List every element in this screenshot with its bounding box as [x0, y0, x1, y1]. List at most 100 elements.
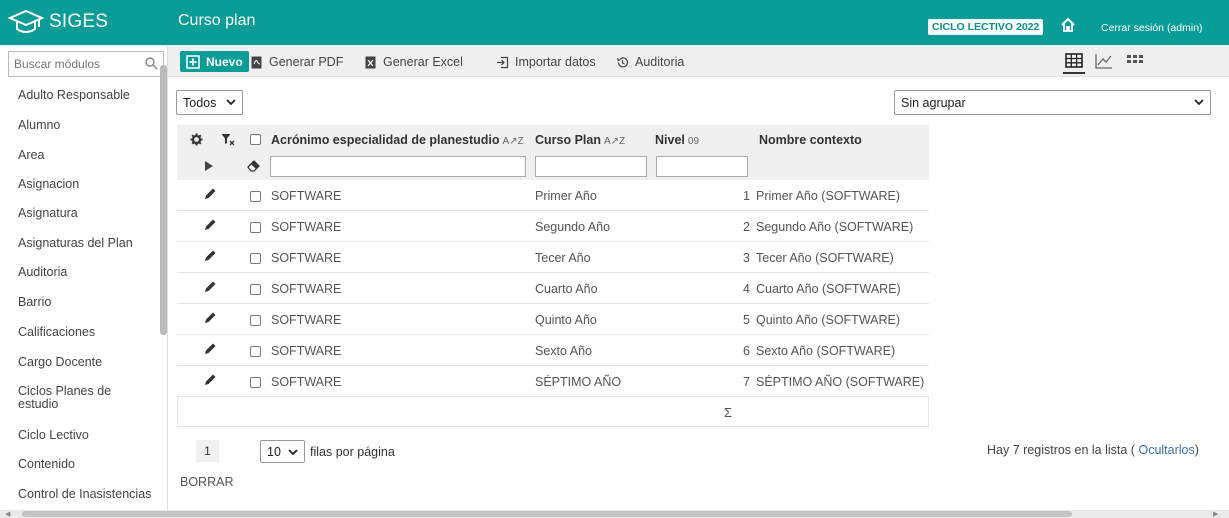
search-icon[interactable]	[144, 56, 158, 70]
sidebar-item-area[interactable]: Area	[18, 149, 158, 162]
sidebar-item-barrio[interactable]: Barrio	[18, 296, 158, 309]
cell-course: Quinto Año	[535, 313, 597, 327]
scope-select[interactable]: Todos	[176, 90, 243, 115]
cell-context: Quinto Año (SOFTWARE)	[756, 313, 901, 327]
rows-per-page-value: 10	[267, 445, 281, 459]
cards-view-icon[interactable]	[1125, 52, 1145, 70]
row-checkbox[interactable]	[250, 191, 261, 202]
top-bar: SIGES Curso plan CICLO LECTIVO 2022 Cerr…	[0, 0, 1229, 45]
records-count: Hay 7 registros en la lista ( Ocultarlos…	[987, 443, 1199, 457]
sidebar-item-auditoria[interactable]: Auditoria	[18, 266, 158, 279]
sidebar-item-adulto-responsable[interactable]: Adulto Responsable	[18, 89, 158, 102]
logout-link[interactable]: Cerrar sesión (admin)	[1101, 22, 1203, 34]
table-row[interactable]: SOFTWARE Cuarto Año 4 Cuarto Año (SOFTWARE)	[177, 273, 929, 304]
table-row[interactable]: SOFTWARE Tecer Año 3 Tecer Año (SOFTWARE)	[177, 242, 929, 273]
row-checkbox[interactable]	[250, 315, 261, 326]
page-number-button[interactable]: 1	[196, 440, 219, 462]
import-data-button[interactable]: Importar datos	[496, 52, 596, 72]
ciclo-lectivo-badge[interactable]: CICLO LECTIVO 2022	[928, 19, 1044, 35]
sidebar-scrollbar[interactable]	[160, 65, 167, 335]
edit-icon[interactable]	[203, 187, 217, 201]
records-text: Hay 7 registros en la lista (	[987, 443, 1135, 457]
row-checkbox[interactable]	[250, 346, 261, 357]
edit-icon[interactable]	[203, 373, 217, 387]
sidebar-item-asignatura[interactable]: Asignatura	[18, 207, 158, 220]
sidebar-item-asignacion[interactable]: Asignacion	[18, 178, 158, 191]
cell-context: Segundo Año (SOFTWARE)	[756, 220, 914, 234]
scope-select-value: Todos	[183, 96, 217, 110]
play-icon[interactable]	[205, 161, 213, 171]
filter-input-level[interactable]	[656, 156, 748, 177]
table-row[interactable]: SOFTWARE Primer Año 1 Primer Año (SOFTWARE)	[177, 180, 929, 211]
eraser-icon[interactable]	[247, 160, 261, 172]
sidebar-item-ciclo-lectivo[interactable]: Ciclo Lectivo	[18, 429, 158, 442]
cell-level: 6	[743, 344, 750, 358]
audit-label: Auditoria	[635, 55, 685, 69]
edit-icon[interactable]	[203, 280, 217, 294]
sidebar-item-calificaciones[interactable]: Calificaciones	[18, 326, 158, 339]
chart-view-icon[interactable]	[1094, 52, 1114, 70]
column-header-course[interactable]: Curso Plan A↗Z	[535, 133, 625, 147]
module-search-input[interactable]	[9, 52, 134, 76]
sidebar-item-ciclos-planes[interactable]: Ciclos Planes de estudio	[18, 385, 128, 411]
table-view-icon[interactable]	[1064, 52, 1084, 70]
column-header-context[interactable]: Nombre contexto	[759, 133, 862, 147]
generate-excel-button[interactable]: Generar Excel	[364, 52, 463, 72]
app-logo[interactable]: SIGES	[8, 7, 108, 37]
table-row[interactable]: SOFTWARE Segundo Año 2 Segundo Año (SOFTWAR…	[177, 211, 929, 242]
generate-pdf-button[interactable]: Generar PDF	[250, 52, 343, 72]
grouping-select[interactable]: Sin agrupar	[894, 90, 1211, 115]
edit-icon[interactable]	[203, 249, 217, 263]
new-button[interactable]: Nuevo	[180, 51, 249, 72]
scroll-right-icon[interactable]: ▶	[1213, 510, 1218, 518]
horizontal-scrollbar[interactable]: ◀ ▶	[0, 510, 1229, 518]
column-header-level[interactable]: Nivel 09	[655, 133, 699, 147]
row-checkbox[interactable]	[250, 222, 261, 233]
row-checkbox[interactable]	[250, 377, 261, 388]
hide-records-link[interactable]: Ocultarlos	[1138, 443, 1194, 457]
rows-per-page-label: filas por página	[310, 445, 395, 459]
page-title: Curso plan	[178, 12, 256, 29]
filter-input-acronym[interactable]	[270, 156, 526, 177]
scroll-left-icon[interactable]: ◀	[5, 510, 10, 518]
row-checkbox[interactable]	[250, 284, 261, 295]
column-header-acronym[interactable]: Acrónimo especialidad de planestudio A↗Z	[271, 133, 524, 147]
clear-button[interactable]: BORRAR	[180, 475, 233, 489]
cell-acronym: SOFTWARE	[271, 313, 342, 327]
audit-button[interactable]: Auditoria	[616, 52, 684, 72]
select-all-checkbox[interactable]	[250, 134, 261, 145]
generate-excel-label: Generar Excel	[383, 55, 463, 69]
sort-alpha-icon[interactable]: A↗Z	[604, 136, 625, 147]
cell-level: 4	[743, 282, 750, 296]
row-checkbox[interactable]	[250, 253, 261, 264]
active-view-indicator	[1063, 72, 1085, 74]
history-icon	[616, 56, 629, 67]
clear-filter-icon[interactable]	[221, 133, 235, 147]
table-row[interactable]: SOFTWARE Sexto Año 6 Sexto Año (SOFTWARE)	[177, 335, 929, 366]
sidebar-item-cargo-docente[interactable]: Cargo Docente	[18, 356, 158, 369]
edit-icon[interactable]	[203, 311, 217, 325]
pdf-icon	[251, 56, 262, 68]
import-data-label: Importar datos	[515, 55, 596, 69]
rows-per-page-select[interactable]: 10	[260, 440, 305, 463]
filter-input-course[interactable]	[535, 156, 647, 177]
sidebar-item-control-inasistencias[interactable]: Control de Inasistencias	[18, 488, 158, 501]
scrollbar-thumb[interactable]	[22, 511, 1072, 517]
cell-level: 3	[743, 251, 750, 265]
cell-context: SÉPTIMO AÑO (SOFTWARE)	[756, 375, 925, 389]
sort-numeric-icon[interactable]: 09	[688, 136, 699, 147]
sidebar-item-alumno[interactable]: Alumno	[18, 119, 158, 132]
sort-alpha-icon[interactable]: A↗Z	[503, 136, 524, 147]
table-row[interactable]: SOFTWARE Quinto Año 5 Quinto Año (SOFTWARE)	[177, 304, 929, 335]
edit-icon[interactable]	[203, 342, 217, 356]
edit-icon[interactable]	[203, 218, 217, 232]
module-search	[8, 51, 164, 77]
cell-level: 2	[743, 220, 750, 234]
gear-icon[interactable]	[190, 133, 203, 146]
sidebar-item-contenido[interactable]: Contenido	[18, 458, 158, 471]
add-icon	[186, 54, 200, 69]
home-icon[interactable]	[1060, 17, 1076, 33]
excel-icon	[365, 56, 376, 68]
sidebar-item-asignaturas-del-plan[interactable]: Asignaturas del Plan	[18, 237, 158, 250]
table-row[interactable]: SOFTWARE SÉPTIMO AÑO 7 SÉPTIMO AÑO (SOFTWAR…	[177, 366, 929, 397]
